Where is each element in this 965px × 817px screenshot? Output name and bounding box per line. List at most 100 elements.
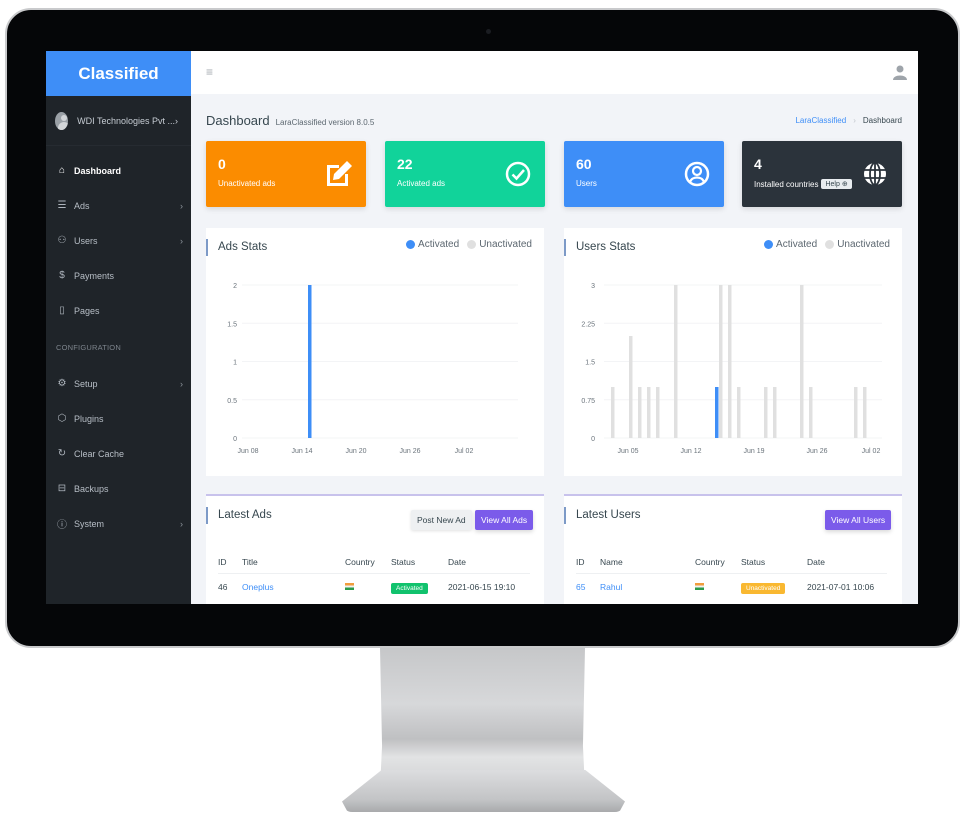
bar-unactivated (800, 285, 804, 438)
chevron-right-icon: › (175, 115, 178, 126)
user-name-link[interactable]: Rahul (600, 582, 622, 592)
x-tick-label: Jul 02 (455, 448, 474, 455)
y-tick-label: 0.75 (581, 398, 595, 405)
column-header: Name (600, 551, 695, 574)
menu-toggle-icon[interactable]: ≡ (206, 65, 213, 79)
camera-icon (486, 29, 491, 34)
chevron-right-icon: › (180, 378, 183, 389)
sidebar-item-dashboard[interactable]: ⌂ Dashboard (46, 153, 191, 188)
bar-unactivated (611, 387, 615, 438)
avatar (55, 111, 69, 130)
breadcrumb: LaraClassified › Dashboard (795, 116, 902, 125)
y-tick-label: 3 (591, 283, 595, 290)
latest-ads-title: Latest Ads (206, 507, 272, 524)
sidebar-user[interactable]: WDI Technologies Pvt ... › (46, 96, 191, 146)
page-header: Dashboard LaraClassified version 8.0.5 (206, 113, 374, 128)
column-header: Status (391, 551, 448, 574)
help-button-label: Help (825, 181, 840, 188)
sidebar-item-system[interactable]: ⓘ System › (46, 506, 191, 541)
column-header: ID (218, 551, 242, 574)
help-button[interactable]: Help ⊕ (821, 179, 852, 189)
latest-ads-table: ID Title Country Status Date 46 Oneplus … (218, 551, 530, 601)
bar-unactivated (854, 387, 858, 438)
refresh-icon: ↻ (57, 448, 67, 459)
stat-card-installed-countries[interactable]: 4 Installed countries Help ⊕ (742, 141, 902, 207)
chevron-right-icon: › (180, 518, 183, 529)
bar-unactivated (764, 387, 768, 438)
x-tick-label: Jul 02 (862, 448, 881, 455)
table-row: 46 Oneplus Activated 2021-06-15 19:10 (218, 573, 530, 601)
bar-unactivated (674, 285, 678, 438)
stat-label-text: Users (576, 179, 597, 188)
sidebar-item-clear-cache[interactable]: ↻ Clear Cache (46, 436, 191, 471)
bar-unactivated (638, 387, 642, 438)
user-menu-icon[interactable] (892, 64, 908, 80)
stat-value: 4 (754, 156, 762, 172)
chevron-right-icon: › (180, 235, 183, 246)
x-tick-label: Jun 26 (806, 448, 827, 455)
column-header: Title (242, 551, 345, 574)
x-tick-label: Jun 26 (399, 448, 420, 455)
stat-value: 22 (397, 156, 413, 172)
stat-label-text: Activated ads (397, 179, 446, 188)
latest-ads-card: Latest Ads Post New Ad View All Ads ID T… (206, 494, 544, 604)
sidebar-item-label: Setup (74, 378, 98, 389)
sidebar-item-label: Clear Cache (74, 448, 125, 459)
y-tick-label: 0 (591, 436, 595, 443)
globe-icon (864, 162, 886, 186)
column-header: ID (576, 551, 600, 574)
india-flag-icon (345, 583, 354, 591)
stat-label-text: Unactivated ads (218, 179, 276, 188)
x-tick-label: Jun 08 (237, 448, 258, 455)
sidebar-item-plugins[interactable]: ⬡ Plugins (46, 401, 191, 436)
sidebar-item-payments[interactable]: $ Payments (46, 258, 191, 293)
sidebar-item-label: Backups (74, 483, 109, 494)
stat-label: Users (576, 179, 597, 188)
sidebar-item-label: Users (74, 235, 98, 246)
ad-title-link[interactable]: Oneplus (242, 582, 274, 592)
bar-unactivated (629, 336, 633, 438)
stat-label-text: Installed countries (754, 179, 819, 189)
stat-card-users[interactable]: 60 Users (564, 141, 724, 207)
check-circle-icon (505, 161, 531, 187)
sidebar-item-pages[interactable]: ▯ Pages (46, 293, 191, 328)
breadcrumb-current: Dashboard (862, 116, 902, 125)
topbar: ≡ (191, 51, 918, 94)
home-icon: ⌂ (58, 165, 66, 176)
x-tick-label: Jun 05 (617, 448, 638, 455)
y-tick-label: 0 (233, 436, 237, 443)
monitor-stand-base (342, 770, 625, 812)
sidebar-item-backups[interactable]: ⊟ Backups (46, 471, 191, 506)
view-all-ads-button[interactable]: View All Ads (475, 510, 534, 530)
user-id-link[interactable]: 65 (576, 582, 585, 592)
y-tick-label: 2 (233, 283, 237, 290)
stat-card-unactivated-ads[interactable]: 0 Unactivated ads (206, 141, 366, 207)
post-new-ad-button[interactable]: Post New Ad (411, 510, 472, 530)
table-row: 65 Rahul Unactivated 2021-07-01 10:06 (576, 573, 887, 601)
sidebar-section-configuration: CONFIGURATION (56, 342, 121, 352)
bar-unactivated (809, 387, 813, 438)
stat-card-activated-ads[interactable]: 22 Activated ads (385, 141, 545, 207)
sidebar-item-users[interactable]: ⚇ Users › (46, 223, 191, 258)
sidebar-item-ads[interactable]: ☰ Ads › (46, 188, 191, 223)
sidebar-item-setup[interactable]: ⚙ Setup › (46, 366, 191, 401)
latest-users-title: Latest Users (564, 507, 641, 524)
stat-value: 0 (218, 156, 226, 172)
chevron-right-icon: › (180, 200, 183, 211)
brand-logo[interactable]: Classified (46, 51, 191, 96)
y-tick-label: 1 (233, 360, 237, 367)
bar-unactivated (728, 285, 732, 438)
breadcrumb-root-link[interactable]: LaraClassified (795, 116, 846, 125)
status-badge: Unactivated (741, 583, 786, 595)
bar-unactivated (863, 387, 867, 438)
drive-icon: ⊟ (57, 483, 67, 494)
stat-label: Activated ads (397, 179, 445, 188)
column-header: Country (695, 551, 741, 574)
x-tick-label: Jun 14 (291, 448, 312, 455)
bar-unactivated (719, 285, 723, 438)
view-all-users-button[interactable]: View All Users (825, 510, 892, 530)
monitor-stand (380, 648, 585, 788)
ads-stats-card: Ads Stats Activated Unactivated 0 0.5 1 1.5… (205, 228, 544, 476)
stat-label: Unactivated ads (218, 179, 275, 188)
sidebar-item-label: System (74, 518, 105, 529)
